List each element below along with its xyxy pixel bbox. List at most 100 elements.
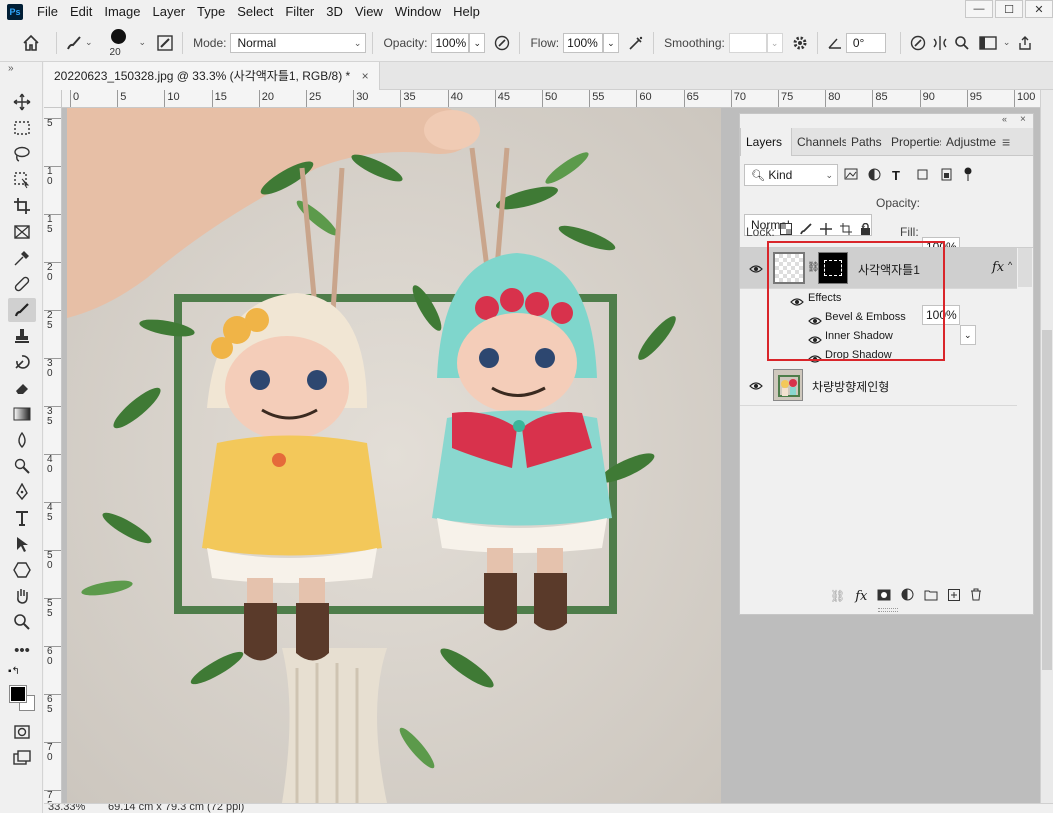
filter-toggle-icon[interactable] [964,167,974,184]
scroll-thumb[interactable] [1042,330,1052,670]
tab-paths[interactable]: Paths [846,128,886,156]
chevron-down-icon[interactable]: ⌄ [85,37,93,48]
workspace-icon[interactable] [973,32,1003,54]
move-tool-icon[interactable] [8,90,36,114]
visibility-eye-icon[interactable] [749,263,763,273]
shape-tool-icon[interactable] [8,558,36,582]
quick-mask-icon[interactable] [8,720,36,744]
fx-icon[interactable]: fx [855,589,867,604]
symmetry-icon[interactable] [929,32,951,54]
more-tools-icon[interactable]: ••• [8,638,36,662]
document-tab[interactable]: 20220623_150328.jpg @ 33.3% (사각액자틀1, RGB… [44,62,380,90]
collapse-toolbar-icon[interactable]: » [8,63,14,74]
adjustment-layer-icon[interactable] [901,588,914,604]
resize-grip[interactable] [878,608,898,612]
lock-artboard-icon[interactable] [840,223,852,238]
frame-tool-icon[interactable] [8,220,36,244]
chevron-down-icon[interactable]: ⌄ [1003,37,1011,48]
gear-icon[interactable] [789,32,811,54]
eyedropper-tool-icon[interactable] [8,246,36,270]
visibility-eye-icon[interactable] [749,380,763,390]
share-icon[interactable] [1014,32,1036,54]
smart-object-filter-icon[interactable] [940,168,958,184]
mode-select[interactable]: Normal ⌄ [230,32,367,53]
menu-layer[interactable]: Layer [147,0,192,24]
lock-all-icon[interactable] [860,222,871,238]
dodge-tool-icon[interactable] [8,454,36,478]
history-brush-tool-icon[interactable] [8,350,36,374]
kind-filter-select[interactable]: 🔍︎ Kind ⌄ [744,164,838,186]
clone-stamp-tool-icon[interactable] [8,324,36,348]
lock-transparent-icon[interactable] [780,223,792,238]
tab-properties[interactable]: Properties [886,128,941,156]
path-selection-tool-icon[interactable] [8,532,36,556]
marquee-tool-icon[interactable] [8,116,36,140]
chevron-down-icon[interactable]: ⌄ [139,37,147,48]
chevron-up-icon[interactable]: ^ [1008,260,1012,270]
hand-tool-icon[interactable] [8,584,36,608]
brush-settings-icon[interactable] [154,32,176,54]
pen-tool-icon[interactable] [8,480,36,504]
menu-window[interactable]: Window [389,0,447,24]
smoothing-input[interactable] [728,32,767,53]
layers-scrollbar[interactable] [1018,248,1032,287]
brush-preset-icon[interactable] [63,32,85,54]
healing-brush-tool-icon[interactable] [8,272,36,296]
opacity-dropdown[interactable]: ⌄ [469,32,486,53]
collapse-panel-icon[interactable]: « [1002,114,1007,124]
add-mask-icon[interactable] [877,589,891,604]
opacity-input[interactable]: 100% [431,32,470,53]
pressure-opacity-icon[interactable] [491,32,513,54]
menu-type[interactable]: Type [191,0,231,24]
crop-tool-icon[interactable] [8,194,36,218]
new-group-icon[interactable] [924,589,938,604]
eraser-tool-icon[interactable] [8,376,36,400]
airbrush-icon[interactable] [625,32,647,54]
menu-3d[interactable]: 3D [320,0,349,24]
adjustment-filter-icon[interactable] [868,168,886,184]
home-icon[interactable] [20,32,42,54]
layer-thumbnail[interactable] [773,369,803,401]
smoothing-dropdown[interactable]: ⌄ [766,32,783,53]
menu-filter[interactable]: Filter [279,0,320,24]
document-image[interactable] [67,108,721,803]
zoom-tool-icon[interactable] [8,610,36,634]
zoom-level[interactable]: 33.33% [48,804,85,813]
foreground-color-swatch[interactable] [9,685,27,703]
layer-row-doll[interactable]: 차량방향제인형 [740,365,1017,406]
menu-help[interactable]: Help [447,0,486,24]
tab-layers[interactable]: Layers [740,128,792,156]
tab-adjustments[interactable]: Adjustme [941,128,997,156]
link-layers-icon[interactable]: ⛓︎ [830,589,845,603]
close-window-button[interactable]: ✕ [1025,0,1053,18]
default-colors-icon[interactable]: ▪↰ [8,666,20,677]
pixel-filter-icon[interactable] [844,168,862,183]
lasso-tool-icon[interactable] [8,142,36,166]
menu-image[interactable]: Image [98,0,146,24]
angle-input[interactable]: 0° [845,32,886,53]
new-layer-icon[interactable] [948,588,961,604]
lock-pixels-icon[interactable] [800,223,812,238]
photoshop-logo[interactable]: Ps [7,4,23,20]
pressure-size-icon[interactable] [907,32,929,54]
lock-position-icon[interactable] [820,223,832,238]
brush-tool-icon[interactable] [8,298,36,322]
layer-name[interactable]: 차량방향제인형 [812,378,889,395]
tab-channels[interactable]: Channels [792,128,846,156]
menu-file[interactable]: File [31,0,64,24]
screen-mode-icon[interactable] [8,746,36,770]
blur-tool-icon[interactable] [8,428,36,452]
delete-layer-icon[interactable] [970,588,982,604]
vertical-scrollbar[interactable] [1040,90,1053,803]
menu-view[interactable]: View [349,0,389,24]
menu-select[interactable]: Select [231,0,279,24]
shape-filter-icon[interactable] [916,168,934,184]
type-filter-icon[interactable]: T [892,168,910,183]
type-tool-icon[interactable] [8,506,36,530]
panel-menu-icon[interactable]: ≡ [997,128,1017,156]
object-select-tool-icon[interactable] [8,168,36,192]
close-panel-icon[interactable]: × [1020,114,1026,125]
fx-badge[interactable]: fx [992,260,1004,275]
close-tab-icon[interactable]: × [362,69,369,83]
brush-size-picker[interactable]: 20 [103,25,139,61]
